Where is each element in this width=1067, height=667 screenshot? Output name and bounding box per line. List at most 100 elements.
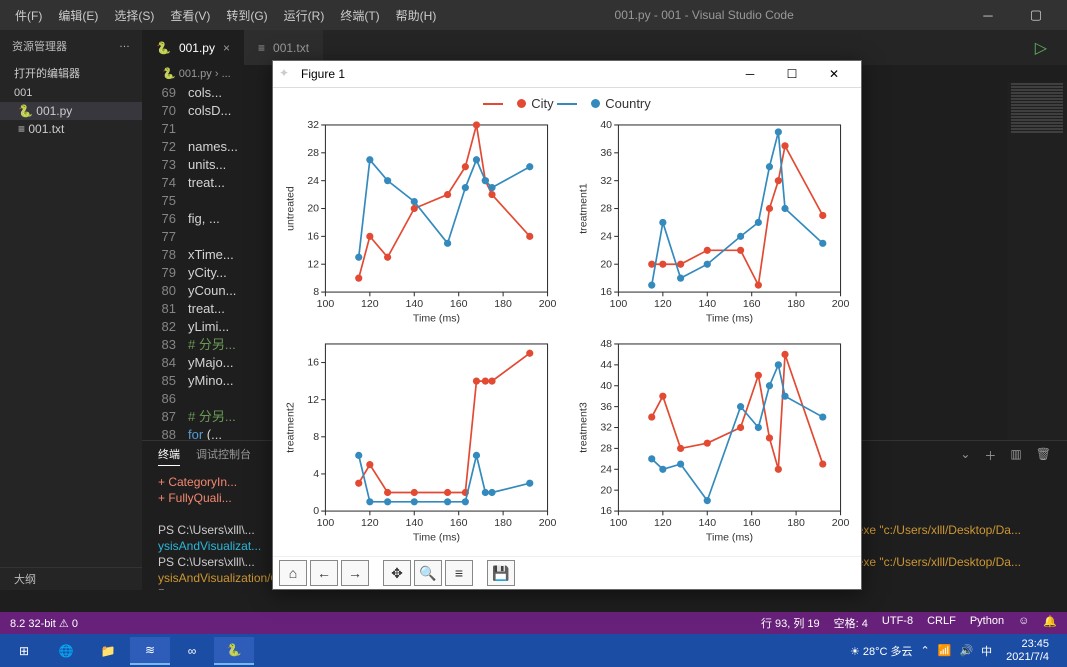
- ime[interactable]: 中: [981, 643, 992, 659]
- status-spaces[interactable]: 空格: 4: [834, 615, 868, 631]
- svg-text:120: 120: [654, 298, 672, 310]
- home-icon[interactable]: ⌂: [279, 560, 307, 586]
- new-terminal-icon[interactable]: ＋: [984, 447, 996, 464]
- close-icon[interactable]: ✕: [813, 67, 855, 81]
- explorer-sidebar: 资源管理器 … 打开的编辑器 001 🐍 001.py ≡ 001.txt 大纲: [0, 30, 142, 590]
- open-editors-section[interactable]: 打开的编辑器: [0, 62, 142, 84]
- figure-toolbar: ⌂ ← → ✥ 🔍 ≡ 💾: [273, 556, 861, 589]
- explorer-title: 资源管理器: [12, 38, 67, 54]
- save-icon[interactable]: 💾: [487, 560, 515, 586]
- svg-text:200: 200: [832, 516, 849, 528]
- start-icon[interactable]: ⊞: [4, 637, 44, 665]
- forward-icon[interactable]: →: [341, 560, 369, 586]
- svg-text:180: 180: [787, 298, 805, 310]
- svg-text:28: 28: [600, 203, 612, 215]
- svg-text:12: 12: [307, 258, 319, 270]
- vs-icon[interactable]: ∞: [172, 637, 212, 665]
- maximize-icon[interactable]: ▢: [1013, 7, 1059, 23]
- file-tree-item[interactable]: ≡ 001.txt: [0, 120, 142, 138]
- svg-text:180: 180: [494, 298, 512, 310]
- svg-text:4: 4: [313, 468, 319, 480]
- figure-title: Figure 1: [295, 67, 729, 81]
- maximize-icon[interactable]: ☐: [771, 67, 813, 81]
- svg-text:Time (ms): Time (ms): [706, 531, 753, 543]
- debug-console-tab[interactable]: 调试控制台: [196, 446, 251, 465]
- svg-text:32: 32: [307, 119, 319, 131]
- terminal-tab[interactable]: 终端: [158, 446, 180, 466]
- svg-text:16: 16: [307, 231, 319, 243]
- svg-text:28: 28: [600, 442, 612, 454]
- clock[interactable]: 23:452021/7/4: [1000, 638, 1055, 664]
- menu-select[interactable]: 选择(S): [107, 7, 161, 24]
- minimize-icon[interactable]: ─: [965, 8, 1011, 23]
- svg-text:48: 48: [600, 338, 612, 350]
- menubar: 件(F) 编辑(E) 选择(S) 查看(V) 转到(G) 运行(R) 终端(T)…: [0, 0, 1067, 30]
- trash-icon[interactable]: 🗑: [1036, 447, 1051, 464]
- legend: City Country: [277, 92, 857, 115]
- split-terminal-icon[interactable]: ▥: [1010, 447, 1021, 464]
- folder-root[interactable]: 001: [0, 84, 142, 102]
- menu-terminal[interactable]: 终端(T): [333, 7, 386, 24]
- svg-text:200: 200: [539, 298, 556, 310]
- tab-001py[interactable]: 🐍 001.py×: [142, 30, 244, 65]
- svg-text:Time (ms): Time (ms): [706, 313, 753, 325]
- outline-section[interactable]: 大纲: [0, 567, 142, 590]
- status-python[interactable]: 8.2 32-bit ⚠ 0: [10, 617, 78, 630]
- close-icon[interactable]: ×: [223, 41, 230, 55]
- svg-text:160: 160: [450, 298, 468, 310]
- menu-help[interactable]: 帮助(H): [389, 7, 444, 24]
- svg-text:16: 16: [600, 505, 612, 517]
- minimize-icon[interactable]: ─: [729, 67, 771, 81]
- sound-icon[interactable]: 🔊: [959, 644, 973, 657]
- menu-run[interactable]: 运行(R): [277, 7, 332, 24]
- edge-icon[interactable]: 🌐: [46, 637, 86, 665]
- svg-text:12: 12: [307, 393, 319, 405]
- menu-edit[interactable]: 编辑(E): [51, 7, 105, 24]
- svg-text:8: 8: [313, 286, 319, 298]
- svg-text:16: 16: [600, 286, 612, 298]
- window-title: 001.py - 001 - Visual Studio Code: [445, 8, 963, 22]
- svg-text:16: 16: [307, 356, 319, 368]
- status-language[interactable]: Python: [970, 615, 1004, 631]
- svg-text:Time (ms): Time (ms): [413, 313, 460, 325]
- svg-text:untreated: untreated: [285, 186, 297, 231]
- python-icon[interactable]: 🐍: [214, 637, 254, 665]
- minimap[interactable]: [1007, 82, 1067, 440]
- menu-goto[interactable]: 转到(G): [219, 7, 274, 24]
- svg-text:24: 24: [307, 175, 319, 187]
- svg-text:160: 160: [450, 516, 468, 528]
- status-encoding[interactable]: UTF-8: [882, 615, 913, 631]
- wifi-icon[interactable]: 📶: [938, 644, 952, 657]
- svg-text:24: 24: [600, 231, 612, 243]
- svg-text:44: 44: [600, 359, 612, 371]
- svg-text:160: 160: [743, 298, 761, 310]
- status-eol[interactable]: CRLF: [927, 615, 956, 631]
- subplot-untreated: 1001201401601802008121620242832Time (ms)…: [281, 115, 556, 330]
- status-position[interactable]: 行 93, 列 19: [761, 615, 820, 631]
- svg-text:8: 8: [313, 431, 319, 443]
- menu-file[interactable]: 件(F): [8, 7, 49, 24]
- more-icon[interactable]: …: [119, 38, 130, 54]
- notifications-icon[interactable]: 🔔: [1043, 615, 1057, 631]
- pan-icon[interactable]: ✥: [383, 560, 411, 586]
- back-icon[interactable]: ←: [310, 560, 338, 586]
- feedback-icon[interactable]: ☺: [1018, 615, 1029, 631]
- svg-text:treatment2: treatment2: [285, 402, 297, 453]
- tray-up-icon[interactable]: ⌃: [921, 644, 930, 657]
- file-tree-item[interactable]: 🐍 001.py: [0, 102, 142, 120]
- svg-text:20: 20: [307, 203, 319, 215]
- menu-view[interactable]: 查看(V): [163, 7, 217, 24]
- subplot-treatment2: 1001201401601802000481216Time (ms)treatm…: [281, 334, 556, 549]
- weather[interactable]: ☀ 28°C 多云: [850, 643, 913, 659]
- config-icon[interactable]: ≡: [445, 560, 473, 586]
- svg-text:100: 100: [610, 516, 628, 528]
- zoom-icon[interactable]: 🔍: [414, 560, 442, 586]
- svg-text:140: 140: [698, 516, 716, 528]
- run-icon[interactable]: ▷: [1015, 30, 1067, 65]
- svg-text:160: 160: [743, 516, 761, 528]
- svg-text:200: 200: [832, 298, 849, 310]
- vscode-icon[interactable]: ≋: [130, 637, 170, 665]
- explorer-icon[interactable]: 📁: [88, 637, 128, 665]
- figure-titlebar[interactable]: ✦ Figure 1 ─ ☐ ✕: [273, 61, 861, 88]
- terminal-dropdown[interactable]: ⌄: [960, 447, 970, 464]
